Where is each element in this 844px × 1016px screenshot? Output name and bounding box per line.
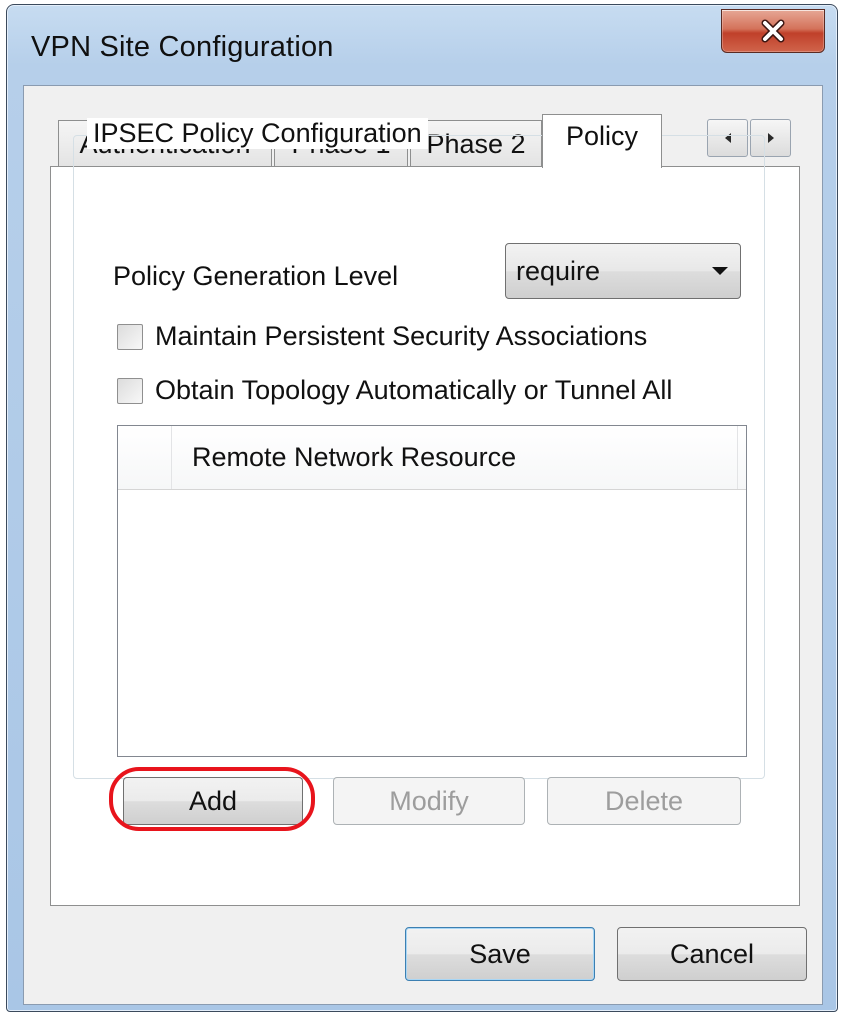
chevron-right-icon bbox=[767, 133, 774, 143]
delete-button[interactable]: Delete bbox=[547, 777, 741, 825]
add-button[interactable]: Add bbox=[123, 777, 303, 825]
title-bar: VPN Site Configuration bbox=[7, 5, 837, 85]
topology-label: Obtain Topology Automatically or Tunnel … bbox=[155, 375, 673, 405]
policy-generation-level-value: require bbox=[516, 255, 601, 286]
dropdown-arrow-icon bbox=[700, 266, 740, 276]
policy-generation-level-label: Policy Generation Level bbox=[113, 261, 399, 291]
list-header-spacer bbox=[118, 426, 172, 489]
modify-button[interactable]: Modify bbox=[333, 777, 525, 825]
close-button[interactable] bbox=[721, 9, 825, 53]
vpn-site-configuration-window: VPN Site Configuration Authentication Ph… bbox=[6, 4, 838, 1012]
window-title: VPN Site Configuration bbox=[31, 31, 334, 63]
checkbox-row-persistent-sa[interactable]: Maintain Persistent Security Association… bbox=[117, 321, 647, 352]
policy-generation-level-select[interactable]: require bbox=[505, 243, 741, 299]
close-icon bbox=[761, 19, 785, 43]
persistent-sa-label: Maintain Persistent Security Association… bbox=[155, 321, 648, 351]
cancel-button[interactable]: Cancel bbox=[617, 927, 807, 981]
tab-policy[interactable]: Policy bbox=[542, 114, 662, 168]
groupbox-title: IPSEC Policy Configuration bbox=[87, 118, 428, 149]
list-header: Remote Network Resource bbox=[118, 426, 746, 490]
checkbox-row-topology[interactable]: Obtain Topology Automatically or Tunnel … bbox=[117, 375, 672, 406]
topology-checkbox[interactable] bbox=[117, 377, 143, 404]
persistent-sa-checkbox[interactable] bbox=[117, 323, 143, 350]
remote-network-resource-list[interactable]: Remote Network Resource bbox=[117, 425, 747, 757]
column-header-remote-network-resource[interactable]: Remote Network Resource bbox=[172, 426, 738, 489]
save-button[interactable]: Save bbox=[405, 927, 595, 981]
